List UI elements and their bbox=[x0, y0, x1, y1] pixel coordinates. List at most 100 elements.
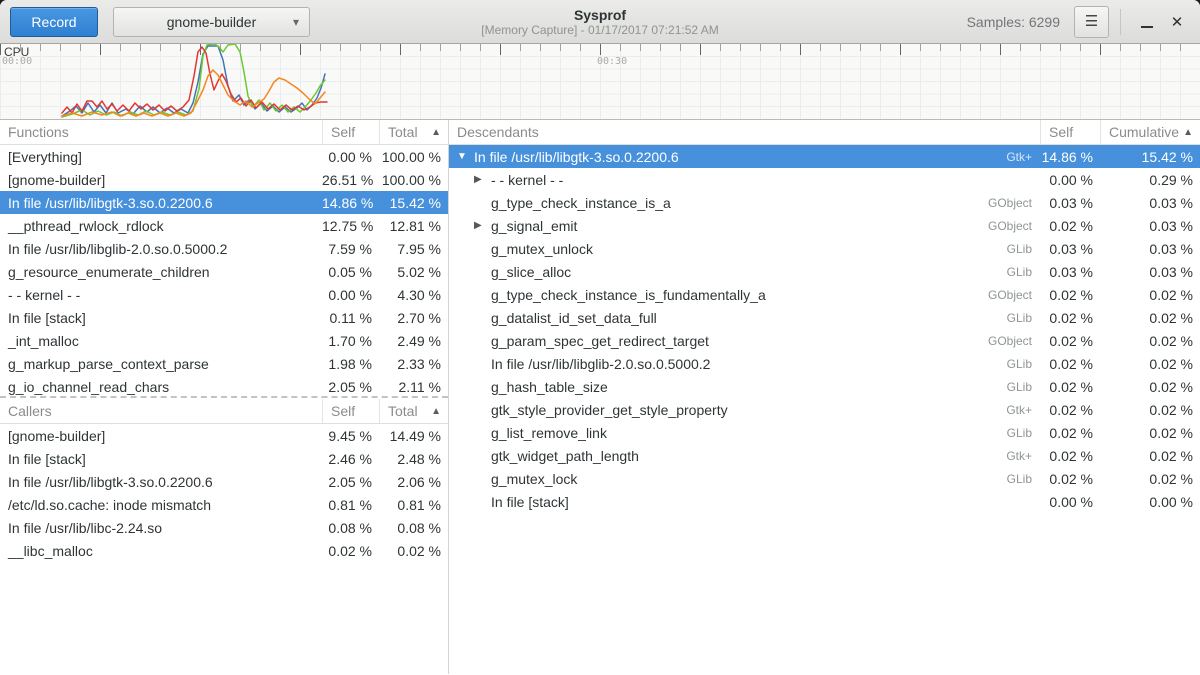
table-row[interactable]: g_slice_allocGLib0.03 %0.03 % bbox=[449, 260, 1200, 283]
function-name-label: [Everything] bbox=[8, 149, 82, 165]
function-name-label: In file [stack] bbox=[8, 451, 86, 467]
self-percent-cell: 7.59 % bbox=[322, 241, 379, 257]
functions-total-label: Total bbox=[388, 124, 418, 140]
table-row[interactable]: g_list_remove_linkGLib0.02 %0.02 % bbox=[449, 421, 1200, 444]
function-name-cell: __pthread_rwlock_rdlock bbox=[0, 218, 322, 234]
table-row[interactable]: [gnome-builder]26.51 %100.00 % bbox=[0, 168, 448, 191]
table-row[interactable]: g_io_channel_read_chars2.05 %2.11 % bbox=[0, 375, 448, 398]
self-percent-cell: 0.02 % bbox=[1040, 287, 1100, 303]
profile-panes: Functions Self Total ▲ [Everything]0.00 … bbox=[0, 120, 1200, 674]
self-percent-cell: 0.02 % bbox=[1040, 402, 1100, 418]
callers-total-column-header[interactable]: Total ▲ bbox=[379, 399, 448, 423]
total-percent-cell: 0.03 % bbox=[1100, 218, 1200, 234]
self-percent-cell: 0.08 % bbox=[322, 520, 379, 536]
record-button[interactable]: Record bbox=[10, 7, 98, 37]
total-percent-cell: 2.49 % bbox=[379, 333, 448, 349]
functions-column-header[interactable]: Functions bbox=[0, 120, 322, 144]
self-percent-cell: 0.11 % bbox=[322, 310, 379, 326]
table-row[interactable]: g_markup_parse_context_parse1.98 %2.33 % bbox=[0, 352, 448, 375]
self-percent-cell: 2.05 % bbox=[322, 379, 379, 395]
library-badge: GLib bbox=[1007, 426, 1040, 440]
function-name-label: g_slice_alloc bbox=[491, 264, 571, 280]
function-name-label: g_mutex_lock bbox=[491, 471, 577, 487]
self-percent-cell: 0.02 % bbox=[1040, 471, 1100, 487]
total-percent-cell: 100.00 % bbox=[379, 172, 448, 188]
functions-self-column-header[interactable]: Self bbox=[322, 120, 379, 144]
table-row[interactable]: In file /usr/lib/libglib-2.0.so.0.5000.2… bbox=[449, 352, 1200, 375]
callers-column-header[interactable]: Callers bbox=[0, 399, 322, 423]
total-percent-cell: 2.06 % bbox=[379, 474, 448, 490]
table-row[interactable]: In file /usr/lib/libgtk-3.so.0.2200.614.… bbox=[0, 191, 448, 214]
descendants-column-header[interactable]: Descendants bbox=[449, 120, 1040, 144]
function-name-cell: In file [stack] bbox=[0, 310, 322, 326]
function-name-label: /etc/ld.so.cache: inode mismatch bbox=[8, 497, 211, 513]
expander-open-icon[interactable]: ▼ bbox=[457, 152, 474, 162]
total-percent-cell: 0.02 % bbox=[1100, 448, 1200, 464]
function-name-cell: [gnome-builder] bbox=[0, 428, 322, 444]
table-row[interactable]: g_param_spec_get_redirect_targetGObject0… bbox=[449, 329, 1200, 352]
library-badge: Gtk+ bbox=[1006, 449, 1040, 463]
self-percent-cell: 0.03 % bbox=[1040, 241, 1100, 257]
table-row[interactable]: [gnome-builder]9.45 %14.49 % bbox=[0, 424, 448, 447]
function-name-label: _int_malloc bbox=[8, 333, 79, 349]
descendants-cumulative-column-header[interactable]: Cumulative ▲ bbox=[1100, 120, 1200, 144]
table-row[interactable]: In file [stack] 0.11 %2.70 % bbox=[0, 306, 448, 329]
self-percent-cell: 2.05 % bbox=[322, 474, 379, 490]
table-row[interactable]: g_resource_enumerate_children0.05 %5.02 … bbox=[0, 260, 448, 283]
descendants-self-column-header[interactable]: Self bbox=[1040, 120, 1100, 144]
table-row[interactable]: In file [stack]0.00 %0.00 % bbox=[449, 490, 1200, 513]
expander-closed-icon[interactable]: ▶ bbox=[474, 221, 491, 231]
table-row[interactable]: gtk_widget_path_lengthGtk+0.02 %0.02 % bbox=[449, 444, 1200, 467]
function-name-label: g_mutex_unlock bbox=[491, 241, 593, 257]
cpu-usage-graph[interactable]: CPU 00:00 00:30 bbox=[0, 44, 1200, 120]
function-name-label: In file [stack] bbox=[491, 494, 569, 510]
table-row[interactable]: ▼In file /usr/lib/libgtk-3.so.0.2200.6Gt… bbox=[449, 145, 1200, 168]
table-row[interactable]: g_type_check_instance_is_aGObject0.03 %0… bbox=[449, 191, 1200, 214]
functions-total-column-header[interactable]: Total ▲ bbox=[379, 120, 448, 144]
table-row[interactable]: In file /usr/lib/libglib-2.0.so.0.5000.2… bbox=[0, 237, 448, 260]
function-name-label: g_signal_emit bbox=[491, 218, 577, 234]
self-percent-cell: 0.02 % bbox=[1040, 333, 1100, 349]
menu-button[interactable]: ☰ bbox=[1074, 6, 1109, 38]
table-row[interactable]: In file /usr/lib/libc-2.24.so0.08 %0.08 … bbox=[0, 516, 448, 539]
function-name-label: - - kernel - - bbox=[491, 172, 563, 188]
function-name-label: In file /usr/lib/libgtk-3.so.0.2200.6 bbox=[8, 195, 213, 211]
table-row[interactable]: g_hash_table_sizeGLib0.02 %0.02 % bbox=[449, 375, 1200, 398]
table-row[interactable]: - - kernel - -0.00 %4.30 % bbox=[0, 283, 448, 306]
total-percent-cell: 2.11 % bbox=[379, 379, 448, 395]
table-row[interactable]: gtk_style_provider_get_style_propertyGtk… bbox=[449, 398, 1200, 421]
table-row[interactable]: g_mutex_lockGLib0.02 %0.02 % bbox=[449, 467, 1200, 490]
table-row[interactable]: __libc_malloc0.02 %0.02 % bbox=[0, 539, 448, 562]
total-percent-cell: 2.33 % bbox=[379, 356, 448, 372]
table-row[interactable]: ▶- - kernel - -0.00 %0.29 % bbox=[449, 168, 1200, 191]
table-row[interactable]: ▶g_signal_emitGObject0.02 %0.03 % bbox=[449, 214, 1200, 237]
library-badge: Gtk+ bbox=[1006, 150, 1040, 164]
function-name-label: In file [stack] bbox=[8, 310, 86, 326]
close-button[interactable]: ✕ bbox=[1162, 7, 1192, 37]
function-name-cell: g_hash_table_sizeGLib bbox=[449, 379, 1040, 395]
total-percent-cell: 0.08 % bbox=[379, 520, 448, 536]
expander-closed-icon[interactable]: ▶ bbox=[474, 175, 491, 185]
function-name-cell: ▶g_signal_emitGObject bbox=[449, 218, 1040, 234]
function-name-cell: [Everything] bbox=[0, 149, 322, 165]
descendants-table-header: Descendants Self Cumulative ▲ bbox=[449, 120, 1200, 145]
table-row[interactable]: g_type_check_instance_is_fundamentally_a… bbox=[449, 283, 1200, 306]
table-row[interactable]: [Everything]0.00 %100.00 % bbox=[0, 145, 448, 168]
table-row[interactable]: In file /usr/lib/libgtk-3.so.0.2200.62.0… bbox=[0, 470, 448, 493]
minimize-button[interactable] bbox=[1132, 7, 1162, 37]
function-name-cell: - - kernel - - bbox=[0, 287, 322, 303]
callers-total-label: Total bbox=[388, 403, 418, 419]
table-row[interactable]: In file [stack]2.46 %2.48 % bbox=[0, 447, 448, 470]
table-row[interactable]: /etc/ld.so.cache: inode mismatch0.81 %0.… bbox=[0, 493, 448, 516]
library-badge: Gtk+ bbox=[1006, 403, 1040, 417]
callers-self-column-header[interactable]: Self bbox=[322, 399, 379, 423]
samples-count: Samples: 6299 bbox=[967, 14, 1060, 30]
total-percent-cell: 2.70 % bbox=[379, 310, 448, 326]
function-name-label: [gnome-builder] bbox=[8, 172, 105, 188]
table-row[interactable]: __pthread_rwlock_rdlock12.75 %12.81 % bbox=[0, 214, 448, 237]
table-row[interactable]: g_datalist_id_set_data_fullGLib0.02 %0.0… bbox=[449, 306, 1200, 329]
table-row[interactable]: g_mutex_unlockGLib0.03 %0.03 % bbox=[449, 237, 1200, 260]
table-row[interactable]: _int_malloc1.70 %2.49 % bbox=[0, 329, 448, 352]
total-percent-cell: 15.42 % bbox=[379, 195, 448, 211]
process-selector-dropdown[interactable]: gnome-builder ▾ bbox=[113, 7, 310, 37]
